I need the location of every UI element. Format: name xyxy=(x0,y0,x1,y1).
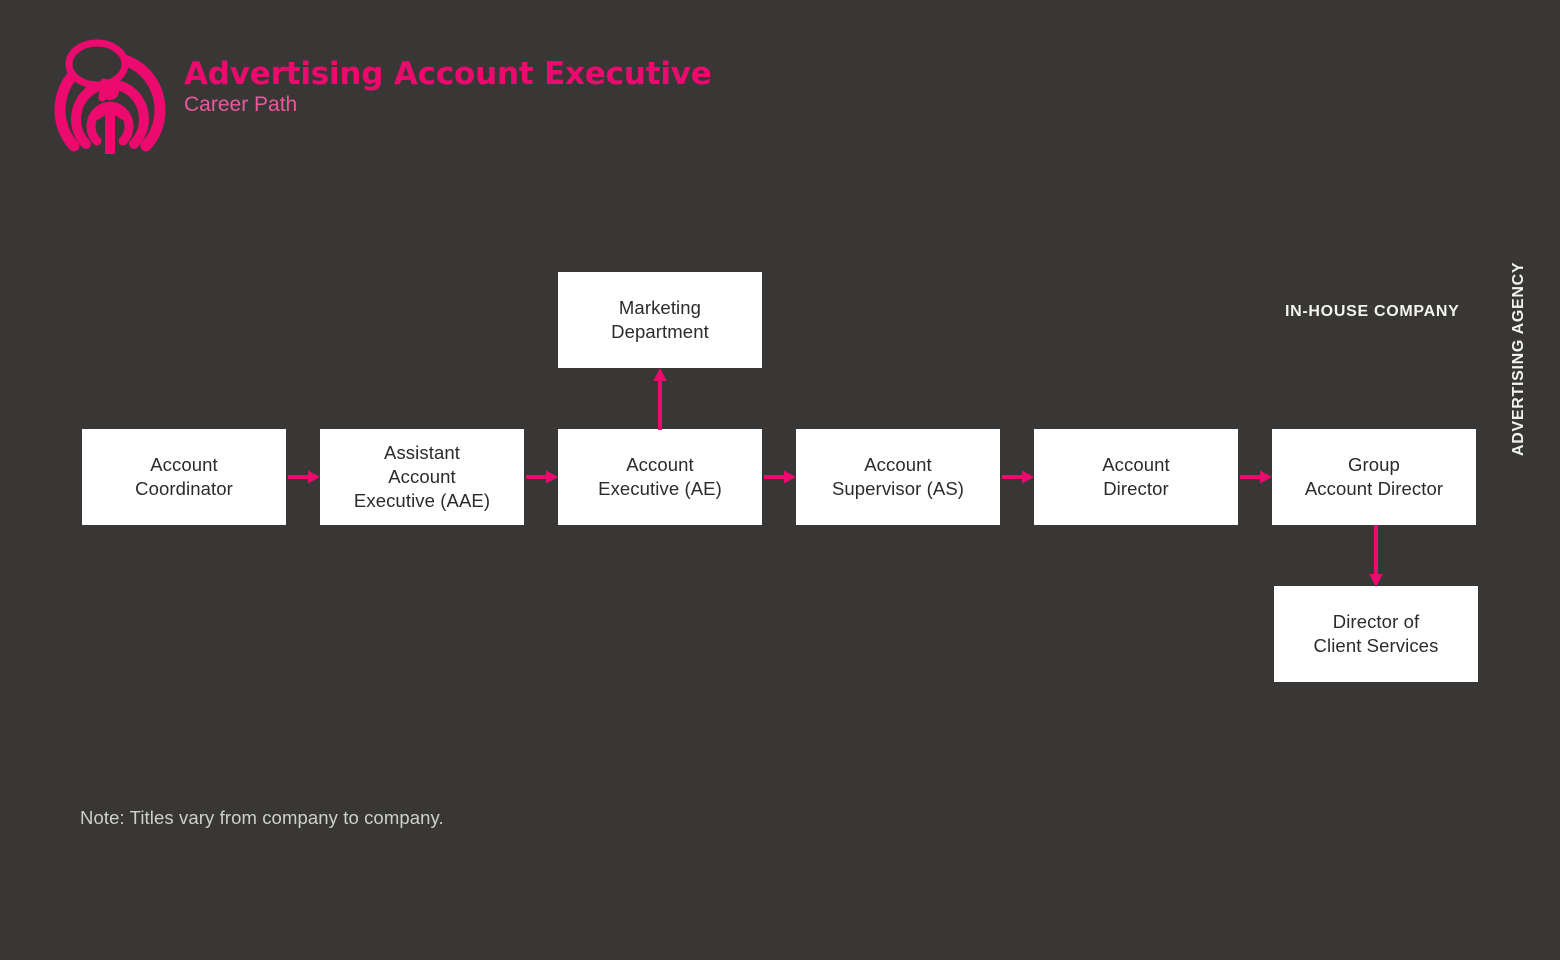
node-account-supervisor[interactable]: Account Supervisor (AS) xyxy=(796,429,1000,525)
node-group-account-director[interactable]: Group Account Director xyxy=(1272,429,1476,525)
arrow-director-to-group-account-director xyxy=(1240,467,1272,487)
node-account-coordinator[interactable]: Account Coordinator xyxy=(82,429,286,525)
arrow-group-account-director-to-client-services xyxy=(1366,525,1386,587)
node-account-executive[interactable]: Account Executive (AE) xyxy=(558,429,762,525)
arrow-aae-to-ae xyxy=(526,467,558,487)
node-account-director[interactable]: Account Director xyxy=(1034,429,1238,525)
page-title: Advertising Account Executive xyxy=(184,55,712,92)
arrow-ae-to-marketing-department xyxy=(650,368,670,430)
label-in-house-company: IN-HOUSE COMPANY xyxy=(1285,303,1460,320)
node-marketing-department[interactable]: Marketing Department xyxy=(558,272,762,368)
diagram-canvas: Advertising Account Executive Career Pat… xyxy=(0,0,1560,960)
arrow-supervisor-to-director xyxy=(1002,467,1034,487)
page-subtitle: Career Path xyxy=(184,93,298,117)
footnote-text: Note: Titles vary from company to compan… xyxy=(80,807,444,828)
arrow-coordinator-to-aae xyxy=(288,467,320,487)
arrow-ae-to-supervisor xyxy=(764,467,796,487)
node-director-of-client-services[interactable]: Director of Client Services xyxy=(1274,586,1478,682)
label-advertising-agency: ADVERTISING AGENCY xyxy=(1510,261,1527,456)
broadcast-person-speech-bubble-icon xyxy=(50,28,170,154)
title-block: Advertising Account Executive Career Pat… xyxy=(184,58,712,125)
page-header: Advertising Account Executive Career Pat… xyxy=(50,28,712,154)
node-assistant-account-executive[interactable]: Assistant Account Executive (AAE) xyxy=(320,429,524,525)
